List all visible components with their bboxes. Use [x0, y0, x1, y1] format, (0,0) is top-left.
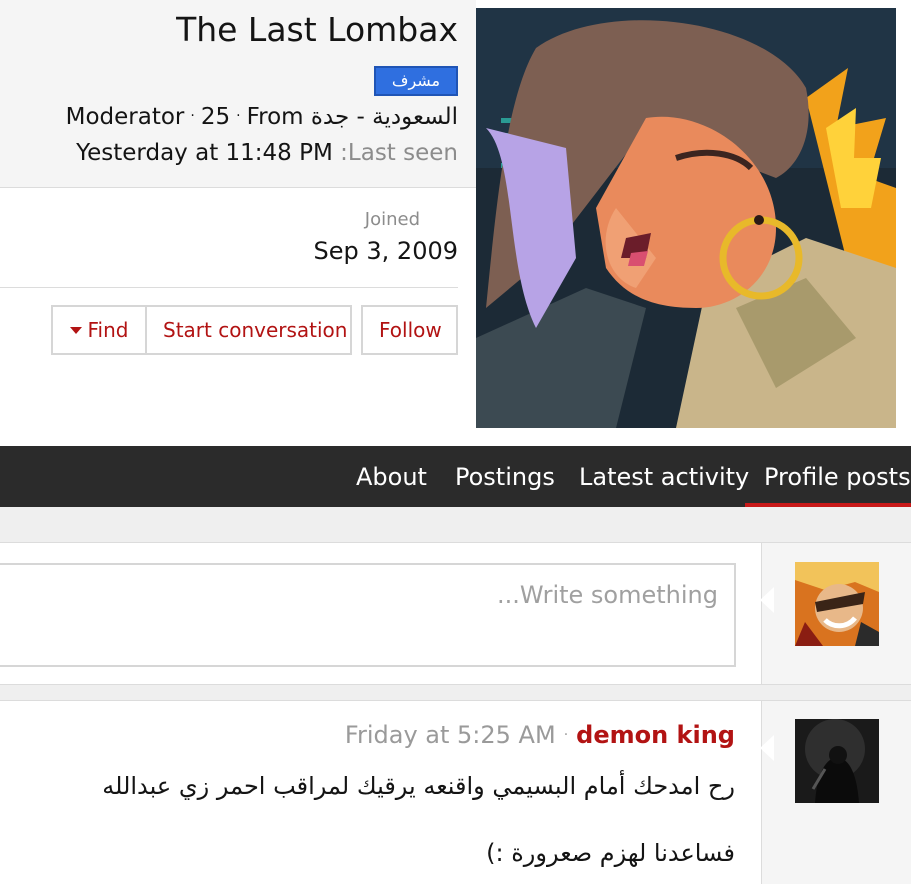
last-seen-value: Yesterday at 11:48 PM [76, 140, 333, 166]
tab-content-band [0, 507, 911, 543]
post-text-line: فساعدنا لهزم صعرورة :) [486, 839, 735, 867]
current-user-avatar[interactable] [795, 562, 879, 646]
separator-dot: · [563, 727, 569, 743]
profile-age: 25 [200, 104, 231, 130]
section-divider [0, 685, 911, 701]
moderator-badge: مشرف [374, 66, 458, 96]
post-author-avatar[interactable] [795, 719, 879, 803]
last-seen-label: :Last seen [340, 140, 458, 166]
profile-tabs: About Postings Latest activity Profile p… [0, 446, 911, 507]
separator-dot: · [236, 108, 241, 124]
post-header: Friday at 5:25 AM · demon king [345, 721, 735, 749]
separator-dot: · [190, 108, 195, 124]
profile-role: Moderator [65, 104, 185, 130]
caret-down-icon [69, 327, 82, 334]
profile-blurb: Moderator · 25 · From السعودية - جدة [66, 104, 458, 130]
profile-username: The Last Lombax [176, 10, 458, 49]
find-label: Find [87, 318, 129, 342]
write-something-input[interactable]: ...Write something [0, 563, 736, 667]
tab-postings[interactable]: Postings [455, 446, 555, 507]
divider [0, 287, 458, 288]
tab-latest-activity[interactable]: Latest activity [579, 446, 749, 507]
composer-placeholder: ...Write something [497, 581, 718, 609]
post-text-line: رح امدحك أمام البسيمي واقنعه يرقيك لمراق… [102, 772, 735, 800]
profile-location[interactable]: السعودية - جدة [311, 104, 458, 130]
tab-about[interactable]: About [356, 446, 427, 507]
post-time[interactable]: Friday at 5:25 AM [345, 721, 556, 749]
last-seen: Yesterday at 11:48 PM :Last seen [76, 140, 458, 166]
profile-post: Friday at 5:25 AM · demon king رح امدحك أم… [0, 701, 911, 884]
post-author[interactable]: demon king [576, 721, 735, 749]
follow-button[interactable]: Follow [361, 305, 458, 355]
joined-date: Sep 3, 2009 [313, 237, 458, 265]
profile-avatar[interactable] [476, 8, 896, 428]
profile-actions: Follow Start conversation Find [51, 305, 458, 355]
tab-profile-posts[interactable]: Profile posts [745, 446, 911, 507]
find-menu-button[interactable]: Find [51, 305, 147, 355]
profile-post-composer: ...Write something [0, 543, 911, 685]
joined-label: Joined [364, 209, 420, 230]
profile-from-label: From [246, 104, 304, 130]
start-conversation-button[interactable]: Start conversation [147, 305, 352, 355]
